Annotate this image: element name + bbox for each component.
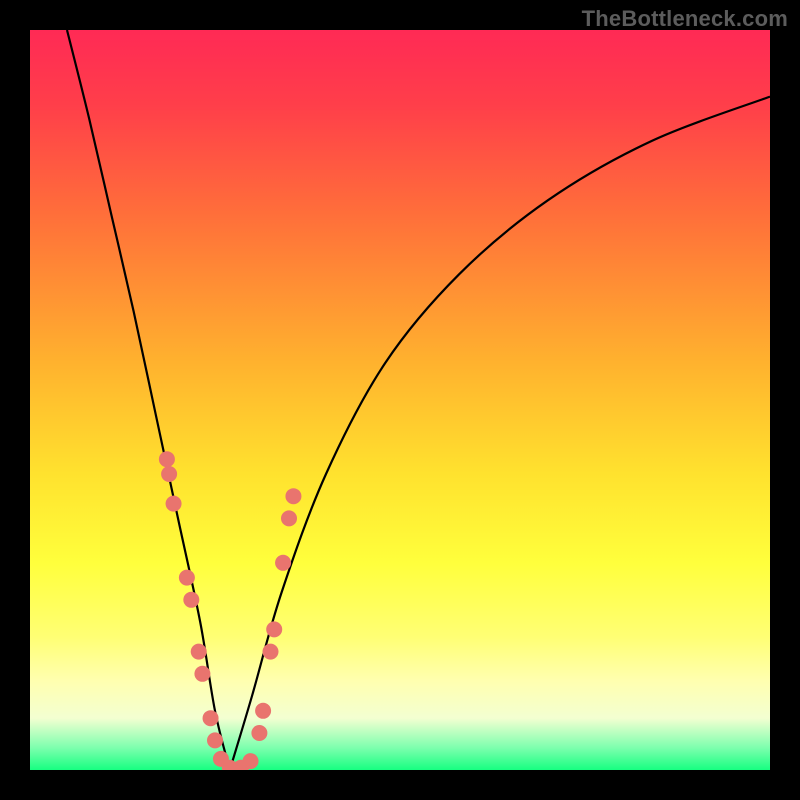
marker-dot <box>251 725 267 741</box>
marker-dot <box>191 644 207 660</box>
marker-dot <box>285 488 301 504</box>
curve-layer <box>30 30 770 770</box>
marker-dot <box>161 466 177 482</box>
marker-dot <box>159 451 175 467</box>
marker-dot <box>179 570 195 586</box>
marker-dot <box>166 496 182 512</box>
watermark-text: TheBottleneck.com <box>582 6 788 32</box>
marker-dot <box>263 644 279 660</box>
curve-right <box>230 97 770 770</box>
marker-dot <box>203 710 219 726</box>
marker-dot <box>194 666 210 682</box>
marker-dot <box>266 621 282 637</box>
marker-dot <box>243 753 259 769</box>
marker-dot <box>281 510 297 526</box>
plot-area <box>30 30 770 770</box>
outer-frame: TheBottleneck.com <box>0 0 800 800</box>
marker-dot <box>255 703 271 719</box>
marker-dot <box>207 732 223 748</box>
marker-dot <box>275 555 291 571</box>
curve-left <box>67 30 230 770</box>
marker-dot <box>183 592 199 608</box>
marker-group <box>159 451 302 770</box>
